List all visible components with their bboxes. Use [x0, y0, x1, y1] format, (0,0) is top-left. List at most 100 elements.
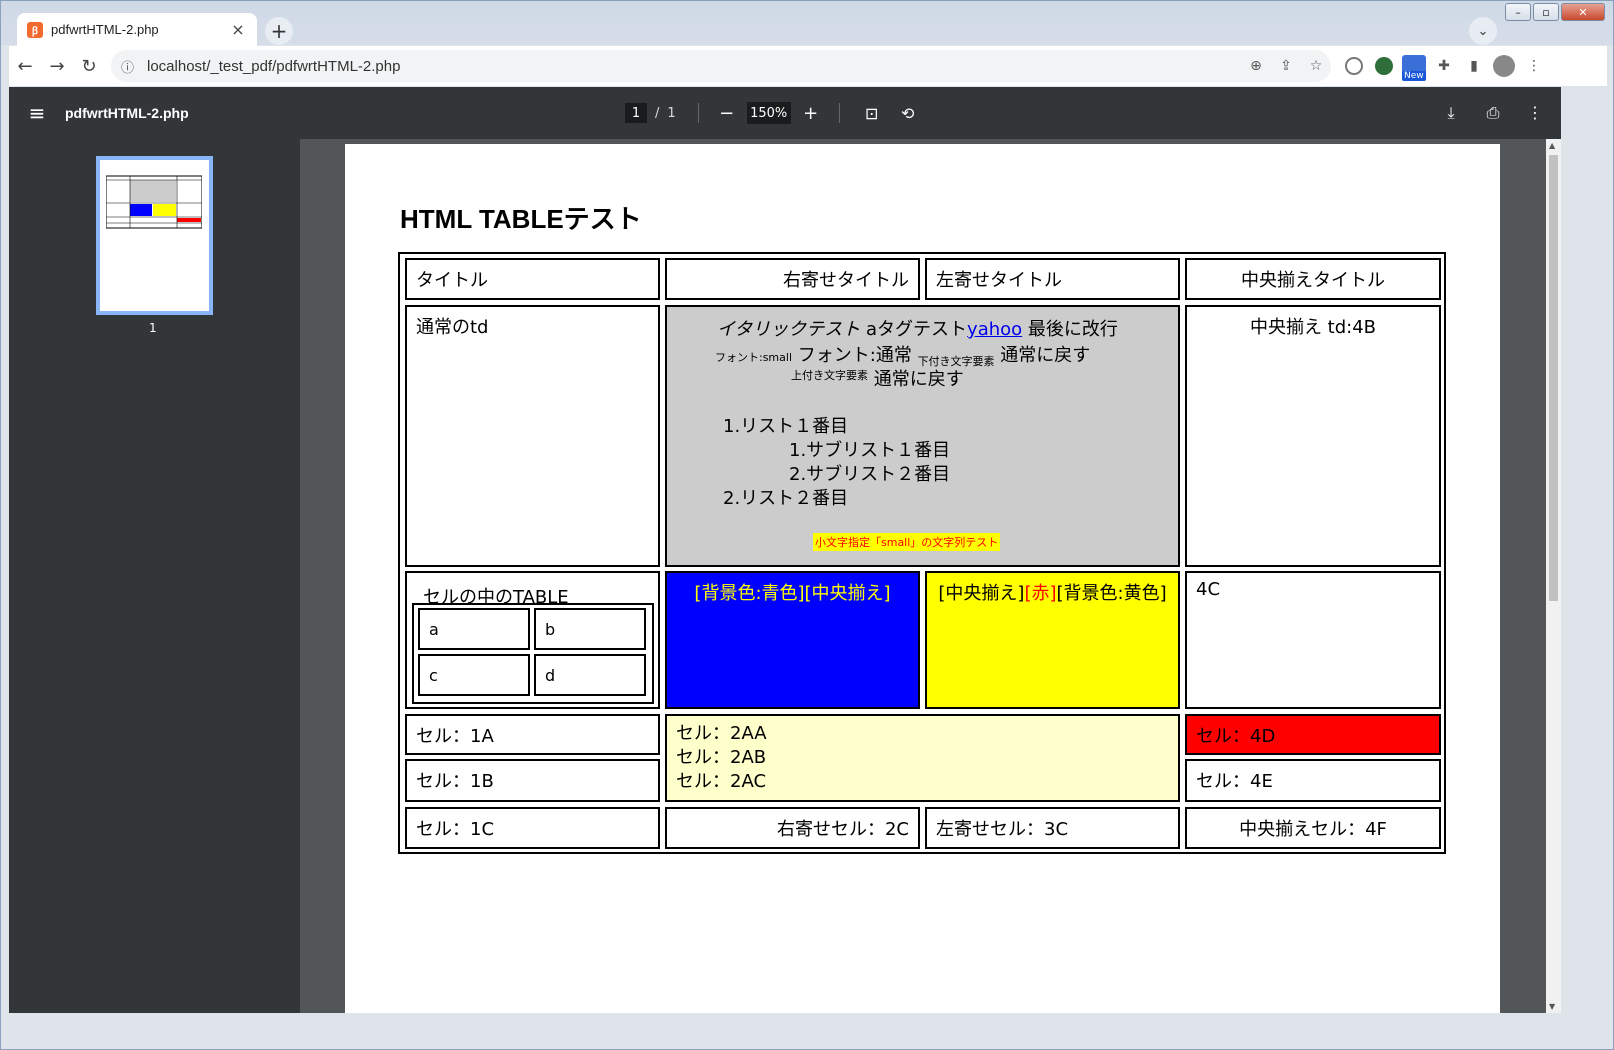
cell-inner-table: セルの中のTABLE a b c d [405, 571, 660, 709]
tab-title: pdfwrtHTML-2.php [51, 22, 159, 37]
inner-cell-c: c [418, 654, 530, 696]
cell-format-test: イタリックテスト aタグテストyahoo 最後に改行 フォント:small フォ… [665, 305, 1180, 567]
cell-2a-merged: セル：2AA セル：2AB セル：2AC [665, 714, 1180, 802]
tab-strip: ꞵ pdfwrtHTML-2.php × + ⌄ – ▫ ✕ [1, 1, 1613, 46]
cell-3c-left: 左寄せセル：3C [925, 807, 1180, 849]
zoom-icon[interactable]: ⊕ [1241, 58, 1271, 74]
thumbnail-sidebar: 1 [9, 139, 300, 1013]
a-tag-text: aタグテスト [866, 319, 968, 340]
fit-page-icon[interactable]: ⊡ [854, 104, 890, 123]
xampp-icon: ꞵ [27, 21, 43, 38]
toolbar-divider [697, 103, 699, 123]
pdf-content-area: HTML TABLEテスト タイトル 右寄せタイトル 左寄せタイトル 中央揃えタ… [300, 139, 1546, 1013]
page-thumbnail[interactable] [96, 156, 213, 315]
html-table: タイトル 右寄せタイトル 左寄せタイトル 中央揃えタイトル 通常のtd イタリッ… [398, 252, 1446, 854]
inner-cell-a: a [418, 608, 530, 650]
ordered-list: 1.リスト１番目 1.サブリスト１番目 2.サブリスト２番目 2.リスト２番目 [723, 415, 950, 511]
sublist-item: 1.サブリスト１番目 [789, 440, 951, 461]
more-menu-icon[interactable]: ⋮ [1519, 51, 1549, 81]
yahoo-link[interactable]: yahoo [967, 319, 1022, 340]
back-normal-text: 通常に戻す [1000, 345, 1091, 366]
break-text: 最後に改行 [1027, 319, 1118, 340]
bookmark-star-icon[interactable]: ☆ [1301, 58, 1331, 74]
page-separator: / [655, 105, 660, 121]
close-icon[interactable]: × [229, 20, 247, 39]
inner-table: a b c d [412, 603, 654, 704]
inner-cell-d: d [534, 654, 646, 696]
scroll-down-icon[interactable]: ▼ [1549, 1002, 1555, 1011]
header-cell-left: 左寄せタイトル [925, 258, 1180, 300]
document-heading: HTML TABLEテスト [400, 204, 642, 234]
back-normal-text-2: 通常に戻す [873, 369, 964, 390]
puzzle-extensions-icon[interactable]: ✚ [1429, 51, 1459, 81]
cell-2c-right: 右寄せセル：2C [665, 807, 920, 849]
header-cell-title: タイトル [405, 258, 660, 300]
share-icon[interactable]: ⇪ [1271, 58, 1301, 74]
pdf-toolbar: ≡ pdfwrtHTML-2.php 1 / 1 − 150% + ⊡ ⟲ ⤓ … [9, 87, 1561, 139]
info-icon[interactable]: ⓘ [121, 57, 141, 76]
new-tab-button[interactable]: + [265, 17, 293, 45]
new-badge: New [1402, 71, 1426, 81]
cell-1b: セル：1B [405, 759, 660, 802]
cell-4f-center: 中央揃えセル：4F [1185, 807, 1441, 849]
list-item: 2.リスト２番目 [723, 488, 849, 509]
print-icon[interactable]: ⎙ [1475, 103, 1511, 123]
cell-4e: セル：4E [1185, 759, 1441, 802]
extension-circle-icon[interactable] [1339, 51, 1369, 81]
window-close-button[interactable]: ✕ [1561, 3, 1605, 21]
page-number-input[interactable]: 1 [625, 103, 647, 123]
italic-text: イタリックテスト [717, 319, 861, 340]
cell-1a: セル：1A [405, 714, 660, 755]
zoom-level-input[interactable]: 150% [746, 102, 791, 124]
cell-normal-td: 通常のtd [405, 305, 660, 567]
extension-green-icon[interactable] [1369, 51, 1399, 81]
cell-4d: セル：4D [1185, 714, 1441, 755]
toolbar-divider [838, 103, 840, 123]
cell-4c: 4C [1185, 571, 1441, 709]
scrollbar-thumb[interactable] [1549, 155, 1558, 601]
maximize-button[interactable]: ▫ [1533, 3, 1559, 21]
cell-2ab: セル：2AB [676, 747, 767, 768]
rotate-icon[interactable]: ⟲ [890, 104, 926, 123]
pdf-page: HTML TABLEテスト タイトル 右寄せタイトル 左寄せタイトル 中央揃えタ… [345, 144, 1500, 1013]
hamburger-menu-icon[interactable]: ≡ [9, 101, 65, 125]
side-panel-icon[interactable]: ▮ [1459, 51, 1489, 81]
minimize-button[interactable]: – [1505, 3, 1531, 21]
extension-new-icon[interactable]: New [1399, 51, 1429, 81]
header-cell-right: 右寄せタイトル [665, 258, 920, 300]
back-button[interactable]: ← [9, 50, 41, 82]
thumbnail-page-number: 1 [149, 321, 157, 335]
browser-window: ꞵ pdfwrtHTML-2.php × + ⌄ – ▫ ✕ ← → ↻ ⓘ l… [0, 0, 1614, 1050]
superscript-text: 上付き文字要素 [791, 369, 868, 382]
cell-2aa: セル：2AA [676, 723, 767, 744]
more-options-icon[interactable]: ⋮ [1517, 103, 1553, 123]
window-controls: – ▫ ✕ [1505, 3, 1605, 21]
yellow-bg-text: [背景色:黄色] [1056, 583, 1167, 604]
tab-active[interactable]: ꞵ pdfwrtHTML-2.php × [17, 13, 257, 46]
inner-cell-b: b [534, 608, 646, 650]
thumbnail-preview [106, 175, 202, 229]
pdf-doc-title: pdfwrtHTML-2.php [65, 105, 189, 121]
scroll-up-icon[interactable]: ▲ [1549, 141, 1555, 150]
vertical-scrollbar[interactable]: ▲ ▼ [1546, 139, 1561, 1013]
font-small-text: フォント:small [715, 351, 793, 364]
browser-toolbar: ← → ↻ ⓘ localhost/_test_pdf/pdfwrtHTML-2… [9, 46, 1607, 86]
cell-yellow-bg: [中央揃え][赤][背景色:黄色] [925, 571, 1180, 709]
font-normal-text: フォント:通常 [797, 345, 912, 366]
zoom-out-button[interactable]: − [713, 103, 741, 124]
url-text: localhost/_test_pdf/pdfwrtHTML-2.php [147, 57, 401, 75]
cell-1c: セル：1C [405, 807, 660, 849]
zoom-in-button[interactable]: + [797, 103, 825, 124]
header-cell-center: 中央揃えタイトル [1185, 258, 1441, 300]
yellow-red-text: [赤] [1024, 583, 1057, 604]
reload-button[interactable]: ↻ [73, 50, 105, 82]
download-icon[interactable]: ⤓ [1433, 103, 1469, 123]
profile-avatar[interactable] [1489, 51, 1519, 81]
forward-button[interactable]: → [41, 50, 73, 82]
tab-search-button[interactable]: ⌄ [1469, 17, 1497, 45]
cell-blue-bg: [背景色:青色][中央揃え] [665, 571, 920, 709]
cell-2ac: セル：2AC [676, 771, 767, 792]
page-total: 1 [667, 105, 676, 121]
small-string-test: 小文字指定「small」の文字列テスト [813, 533, 1001, 551]
address-bar[interactable]: ⓘ localhost/_test_pdf/pdfwrtHTML-2.php ⊕… [111, 50, 1331, 82]
